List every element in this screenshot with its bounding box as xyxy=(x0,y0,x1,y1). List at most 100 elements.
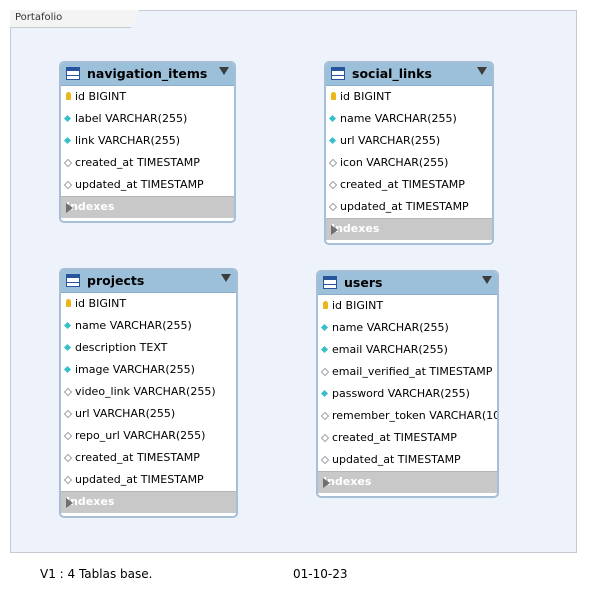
nullable-column-icon xyxy=(320,455,330,465)
nullable-column-icon xyxy=(63,475,73,485)
column-row[interactable]: video_link VARCHAR(255) xyxy=(61,381,236,403)
table-icon xyxy=(66,67,80,80)
column-row[interactable]: name VARCHAR(255) xyxy=(326,108,492,130)
expand-arrow-icon[interactable] xyxy=(323,478,330,488)
collapse-arrow-icon[interactable] xyxy=(482,276,492,284)
column-row[interactable]: updated_at TIMESTAMP xyxy=(61,469,236,491)
column-row[interactable]: updated_at TIMESTAMP xyxy=(61,174,234,196)
indexes-label: Indexes xyxy=(323,475,372,488)
not-null-column-icon xyxy=(328,114,337,123)
column-row[interactable]: updated_at TIMESTAMP xyxy=(326,196,492,218)
nullable-column-icon xyxy=(320,433,330,443)
collapse-arrow-icon[interactable] xyxy=(219,67,229,75)
column-label: id BIGINT xyxy=(75,90,127,103)
column-label: image VARCHAR(255) xyxy=(75,363,195,376)
column-label: remember_token VARCHAR(100) xyxy=(332,409,499,422)
column-label: created_at TIMESTAMP xyxy=(75,451,200,464)
version-caption: V1 : 4 Tablas base. xyxy=(40,567,153,581)
expand-arrow-icon[interactable] xyxy=(66,203,73,213)
table-header[interactable]: users xyxy=(318,272,497,295)
column-label: id BIGINT xyxy=(332,299,384,312)
column-label: label VARCHAR(255) xyxy=(75,112,188,125)
table-social-links[interactable]: social_linksid BIGINT name VARCHAR(255) ur… xyxy=(324,61,494,245)
expand-arrow-icon[interactable] xyxy=(66,498,73,508)
column-label: updated_at TIMESTAMP xyxy=(332,453,461,466)
table-header[interactable]: projects xyxy=(61,270,236,293)
table-header[interactable]: navigation_items xyxy=(61,63,234,86)
primary-key-icon xyxy=(323,301,328,309)
column-label: link VARCHAR(255) xyxy=(75,134,181,147)
column-row[interactable]: repo_url VARCHAR(255) xyxy=(61,425,236,447)
column-row[interactable]: created_at TIMESTAMP xyxy=(61,152,234,174)
nullable-column-icon xyxy=(63,431,73,441)
collapse-arrow-icon[interactable] xyxy=(221,274,231,282)
column-row[interactable]: image VARCHAR(255) xyxy=(61,359,236,381)
column-row[interactable]: created_at TIMESTAMP xyxy=(326,174,492,196)
not-null-column-icon xyxy=(63,365,72,374)
column-row[interactable]: icon VARCHAR(255) xyxy=(326,152,492,174)
nullable-column-icon xyxy=(63,409,73,419)
column-row[interactable]: description TEXT xyxy=(61,337,236,359)
nullable-column-icon xyxy=(63,180,73,190)
collapse-arrow-icon[interactable] xyxy=(477,67,487,75)
table-name: navigation_items xyxy=(87,66,208,81)
column-row[interactable]: email_verified_at TIMESTAMP xyxy=(318,361,497,383)
column-row[interactable]: url VARCHAR(255) xyxy=(61,403,236,425)
not-null-column-icon xyxy=(320,323,329,332)
column-row[interactable]: id BIGINT xyxy=(318,295,497,317)
table-icon xyxy=(323,276,337,289)
table-projects[interactable]: projects id BIGINT name VARCHAR(255) descri… xyxy=(59,268,238,518)
primary-key-icon xyxy=(66,299,71,307)
not-null-column-icon xyxy=(328,136,337,145)
column-label: created_at TIMESTAMP xyxy=(340,178,465,191)
indexes-section[interactable]: Indexes xyxy=(61,196,234,218)
table-icon xyxy=(66,274,80,287)
column-row[interactable]: remember_token VARCHAR(100) xyxy=(318,405,497,427)
indexes-label: Indexes xyxy=(66,495,115,508)
column-label: created_at TIMESTAMP xyxy=(75,156,200,169)
column-row[interactable]: created_at TIMESTAMP xyxy=(61,447,236,469)
column-row[interactable]: id BIGINT xyxy=(326,86,492,108)
primary-key-icon xyxy=(331,92,336,100)
table-header[interactable]: social_links xyxy=(326,63,492,86)
column-label: url VARCHAR(255) xyxy=(340,134,441,147)
column-label: id BIGINT xyxy=(75,297,127,310)
column-row[interactable]: label VARCHAR(255) xyxy=(61,108,234,130)
column-label: name VARCHAR(255) xyxy=(75,319,192,332)
column-label: email_verified_at TIMESTAMP xyxy=(332,365,493,378)
column-row[interactable]: email VARCHAR(255) xyxy=(318,339,497,361)
column-row[interactable]: updated_at TIMESTAMP xyxy=(318,449,497,471)
layer-label-tab[interactable]: Portafolio xyxy=(10,10,140,28)
column-label: email VARCHAR(255) xyxy=(332,343,448,356)
column-label: repo_url VARCHAR(255) xyxy=(75,429,206,442)
column-row[interactable]: link VARCHAR(255) xyxy=(61,130,234,152)
column-label: name VARCHAR(255) xyxy=(332,321,449,334)
column-label: updated_at TIMESTAMP xyxy=(340,200,469,213)
table-users[interactable]: users id BIGINT name VARCHAR(255) email VAR… xyxy=(316,270,499,498)
nullable-column-icon xyxy=(328,158,338,168)
table-navigation-items[interactable]: navigation_itemsid BIGINT label VARCHAR(2… xyxy=(59,61,236,223)
column-row[interactable]: name VARCHAR(255) xyxy=(61,315,236,337)
nullable-column-icon xyxy=(320,367,330,377)
primary-key-icon xyxy=(66,92,71,100)
column-row[interactable]: url VARCHAR(255) xyxy=(326,130,492,152)
expand-arrow-icon[interactable] xyxy=(331,225,338,235)
table-name: users xyxy=(344,275,383,290)
column-row[interactable]: password VARCHAR(255) xyxy=(318,383,497,405)
not-null-column-icon xyxy=(63,114,72,123)
not-null-column-icon xyxy=(63,343,72,352)
column-row[interactable]: id BIGINT xyxy=(61,86,234,108)
column-label: url VARCHAR(255) xyxy=(75,407,176,420)
indexes-section[interactable]: Indexes xyxy=(326,218,492,240)
nullable-column-icon xyxy=(328,202,338,212)
indexes-section[interactable]: Indexes xyxy=(61,491,236,513)
indexes-section[interactable]: Indexes xyxy=(318,471,497,493)
nullable-column-icon xyxy=(63,158,73,168)
column-label: description TEXT xyxy=(75,341,168,354)
column-row[interactable]: name VARCHAR(255) xyxy=(318,317,497,339)
column-row[interactable]: id BIGINT xyxy=(61,293,236,315)
not-null-column-icon xyxy=(320,389,329,398)
column-label: id BIGINT xyxy=(340,90,392,103)
table-name: social_links xyxy=(352,66,432,81)
column-row[interactable]: created_at TIMESTAMP xyxy=(318,427,497,449)
